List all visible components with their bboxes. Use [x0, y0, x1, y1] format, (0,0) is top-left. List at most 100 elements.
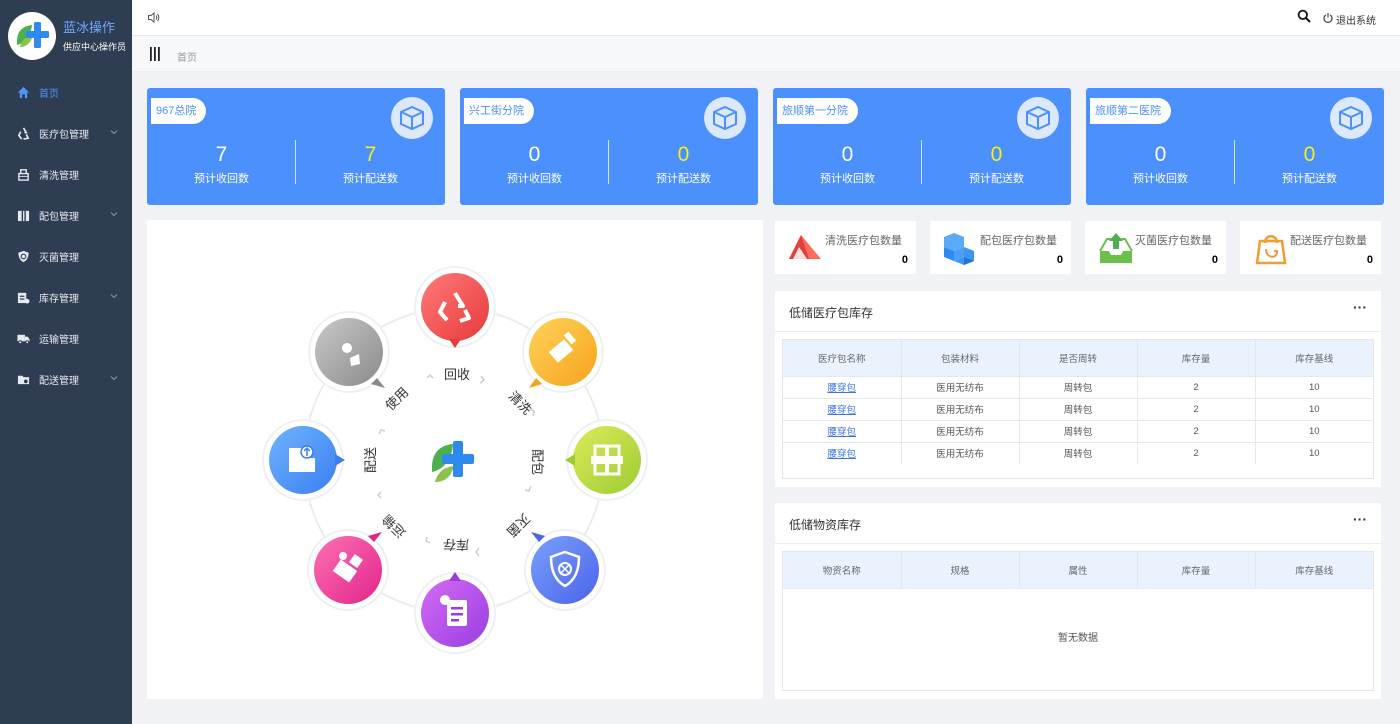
- step-recycle[interactable]: [414, 266, 496, 348]
- breadcrumb[interactable]: 首页: [177, 49, 197, 64]
- breadcrumb-bar: 首页: [132, 36, 1400, 72]
- table-row: 腰穿包 医用无纺布 周转包 2 10: [783, 397, 1373, 420]
- column-header[interactable]: 属性: [1019, 552, 1138, 588]
- table-cell: 周转包: [1019, 375, 1138, 398]
- table-cell: 2: [1137, 441, 1256, 464]
- step-package[interactable]: [565, 419, 648, 501]
- sidebar-item-label: 清洗管理: [39, 171, 79, 182]
- table-cell: 医用无纺布: [901, 375, 1020, 398]
- table-cell: 10: [1255, 441, 1373, 464]
- sidebar-item-wash[interactable]: 清洗管理: [0, 154, 132, 195]
- search-icon[interactable]: [1297, 9, 1311, 23]
- package-link[interactable]: 腰穿包: [827, 383, 856, 394]
- stat-card: 灭菌医疗包数量 0: [1085, 221, 1226, 274]
- column-header[interactable]: 库存基线: [1255, 340, 1373, 376]
- stat-value: 0: [901, 254, 908, 266]
- step-label: 库存: [443, 537, 469, 552]
- recycle-count: 0: [841, 143, 854, 166]
- sidebar-item-package[interactable]: 配包管理: [0, 195, 132, 236]
- sidebar-item-transport[interactable]: 运输管理: [0, 318, 132, 359]
- recycle-label: 预计收回数: [507, 173, 562, 185]
- clean-package-icon: [789, 235, 821, 259]
- sidebar-item-home[interactable]: 首页: [0, 72, 132, 113]
- panel-title: 低储物资库存: [789, 518, 862, 532]
- table-row: 腰穿包 医用无纺布 周转包 2 10: [783, 375, 1373, 398]
- column-header[interactable]: 是否周转: [1019, 340, 1138, 376]
- table-cell: 周转包: [1019, 441, 1138, 464]
- delivery-icon: [289, 445, 315, 472]
- package-link[interactable]: 腰穿包: [827, 449, 856, 460]
- hospital-card: 兴工街分院 0 预计收回数 0 预计配送数: [460, 88, 758, 205]
- package-icon: [16, 209, 30, 223]
- chevron-down-icon: [110, 212, 118, 217]
- recycle-label: 预计收回数: [1133, 173, 1188, 185]
- more-menu-button[interactable]: ···: [1353, 299, 1367, 315]
- column-header[interactable]: 规格: [901, 552, 1020, 588]
- table-cell: 10: [1255, 397, 1373, 420]
- sidebar-item-sterilize[interactable]: 灭菌管理: [0, 236, 132, 277]
- sidebar-item-label: 库存管理: [39, 294, 79, 305]
- step-delivery[interactable]: [262, 419, 345, 501]
- table-cell: 2: [1137, 375, 1256, 398]
- table-cell: 2: [1137, 419, 1256, 442]
- recycle-count: 0: [1154, 143, 1167, 166]
- box-icon: [704, 97, 746, 139]
- table-cell: 2: [1137, 397, 1256, 420]
- recycle-count: 0: [528, 143, 541, 166]
- hospital-name: 兴工街分院: [464, 98, 534, 124]
- app-title: 蓝冰操作: [63, 20, 116, 35]
- column-header[interactable]: 包装材料: [901, 340, 1020, 376]
- step-label: 使用: [382, 384, 411, 413]
- top-bar: 退出系统: [132, 0, 1400, 36]
- empty-state: 暂无数据: [783, 588, 1373, 688]
- column-header[interactable]: 物资名称: [783, 552, 902, 588]
- step-label: 配包: [530, 449, 545, 475]
- deliver-label: 预计配送数: [656, 173, 711, 185]
- table-cell: 医用无纺布: [901, 397, 1020, 420]
- sidebar-item-medical-package[interactable]: 医疗包管理: [0, 113, 132, 154]
- logout-button[interactable]: 退出系统: [1336, 12, 1376, 27]
- stat-label: 配包医疗包数量: [980, 235, 1057, 247]
- deliver-label: 预计配送数: [969, 173, 1024, 185]
- step-inventory[interactable]: [414, 572, 496, 654]
- step-sterilize[interactable]: [524, 529, 606, 611]
- step-wash[interactable]: [522, 311, 604, 393]
- column-header[interactable]: 库存基线: [1255, 552, 1373, 588]
- more-menu-button[interactable]: ···: [1353, 511, 1367, 527]
- stat-card: 配送医疗包数量 0: [1240, 221, 1381, 274]
- step-transport[interactable]: [307, 529, 389, 611]
- hospital-card: 旅顺第一分院 0 预计收回数 0 预计配送数: [773, 88, 1071, 205]
- sidebar-item-inventory[interactable]: 库存管理: [0, 277, 132, 318]
- column-header[interactable]: 库存量: [1137, 340, 1256, 376]
- sidebar-item-label: 灭菌管理: [39, 253, 79, 264]
- package-icon: [591, 444, 623, 476]
- package-link[interactable]: 腰穿包: [827, 405, 856, 416]
- low-material-table: 物资名称 规格 属性 库存量 库存基线 暂无数据: [782, 551, 1374, 691]
- step-use[interactable]: [308, 311, 390, 393]
- sidebar: 蓝冰操作 供应中心操作员 首页 医疗包管理 清洗管理 配包管理 灭菌管理 库存管…: [0, 0, 132, 724]
- wash-icon: [16, 168, 30, 182]
- step-label: 回收: [444, 367, 470, 382]
- column-header[interactable]: 医疗包名称: [783, 340, 902, 376]
- table-cell: 周转包: [1019, 397, 1138, 420]
- sidebar-item-delivery[interactable]: 配送管理: [0, 359, 132, 400]
- table-cell: 10: [1255, 375, 1373, 398]
- home-icon: [16, 86, 30, 100]
- delivery-icon: [16, 373, 30, 387]
- step-label: 灭菌: [504, 511, 533, 540]
- box-icon: [1017, 97, 1059, 139]
- sidebar-nav: 首页 医疗包管理 清洗管理 配包管理 灭菌管理 库存管理 运输管理 配送管理: [0, 72, 132, 400]
- stat-label: 配送医疗包数量: [1290, 235, 1367, 247]
- table-cell: 10: [1255, 419, 1373, 442]
- package-link[interactable]: 腰穿包: [827, 427, 856, 438]
- recycle-label: 预计收回数: [820, 173, 875, 185]
- sidebar-item-label: 运输管理: [39, 335, 79, 346]
- recycle-label: 预计收回数: [194, 173, 249, 185]
- menu-toggle-icon[interactable]: [149, 47, 161, 61]
- brand: 蓝冰操作 供应中心操作员: [0, 0, 132, 72]
- sidebar-item-label: 首页: [39, 89, 59, 100]
- power-icon[interactable]: [1322, 12, 1334, 24]
- speaker-icon[interactable]: [147, 11, 160, 24]
- table-row: 腰穿包 医用无纺布 周转包 2 10: [783, 419, 1373, 442]
- column-header[interactable]: 库存量: [1137, 552, 1256, 588]
